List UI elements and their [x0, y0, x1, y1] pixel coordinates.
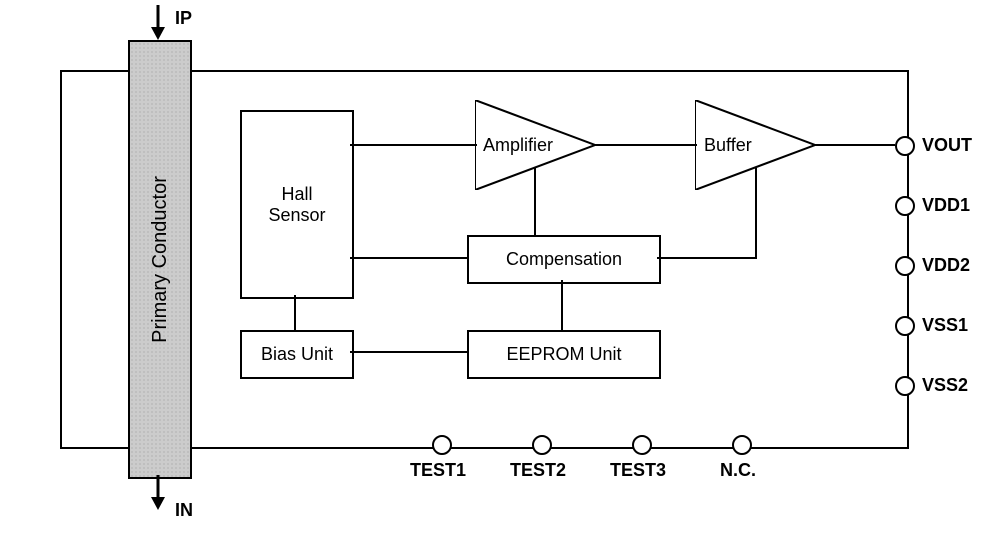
vout-label: VOUT [922, 135, 972, 156]
test1-label: TEST1 [410, 460, 466, 481]
ip-label: IP [175, 8, 192, 29]
wire [755, 168, 757, 259]
in-label: IN [175, 500, 193, 521]
vss1-label: VSS1 [922, 315, 968, 336]
wire [350, 144, 477, 146]
eeprom-unit-block: EEPROM Unit [467, 330, 661, 379]
vdd1-pin [895, 196, 915, 216]
vout-pin [895, 136, 915, 156]
hall-sensor-label: Hall Sensor [268, 184, 325, 226]
ip-arrow-icon [148, 5, 168, 43]
vdd2-label: VDD2 [922, 255, 970, 276]
amplifier-label: Amplifier [483, 135, 553, 156]
bias-unit-label: Bias Unit [261, 344, 333, 365]
wire [813, 144, 895, 146]
hall-sensor-block: Hall Sensor [240, 110, 354, 299]
vss2-pin [895, 376, 915, 396]
block-diagram: Primary Conductor IP IN Hall Sensor Comp… [0, 0, 1000, 537]
bias-unit-block: Bias Unit [240, 330, 354, 379]
wire [350, 351, 469, 353]
buffer-label: Buffer [704, 135, 752, 156]
nc-label: N.C. [720, 460, 756, 481]
test2-pin [532, 435, 552, 455]
wire [657, 257, 757, 259]
wire [350, 257, 469, 259]
primary-conductor-label: Primary Conductor [149, 176, 172, 343]
vdd2-pin [895, 256, 915, 276]
test1-pin [432, 435, 452, 455]
vss1-pin [895, 316, 915, 336]
vdd1-label: VDD1 [922, 195, 970, 216]
wire [534, 168, 536, 237]
compensation-label: Compensation [506, 249, 622, 270]
compensation-block: Compensation [467, 235, 661, 284]
in-arrow-icon [148, 475, 168, 513]
wire [294, 295, 296, 332]
primary-conductor-block: Primary Conductor [128, 40, 192, 479]
wire [593, 144, 697, 146]
vss2-label: VSS2 [922, 375, 968, 396]
eeprom-unit-label: EEPROM Unit [506, 344, 621, 365]
nc-pin [732, 435, 752, 455]
test3-label: TEST3 [610, 460, 666, 481]
test3-pin [632, 435, 652, 455]
wire [561, 280, 563, 332]
test2-label: TEST2 [510, 460, 566, 481]
